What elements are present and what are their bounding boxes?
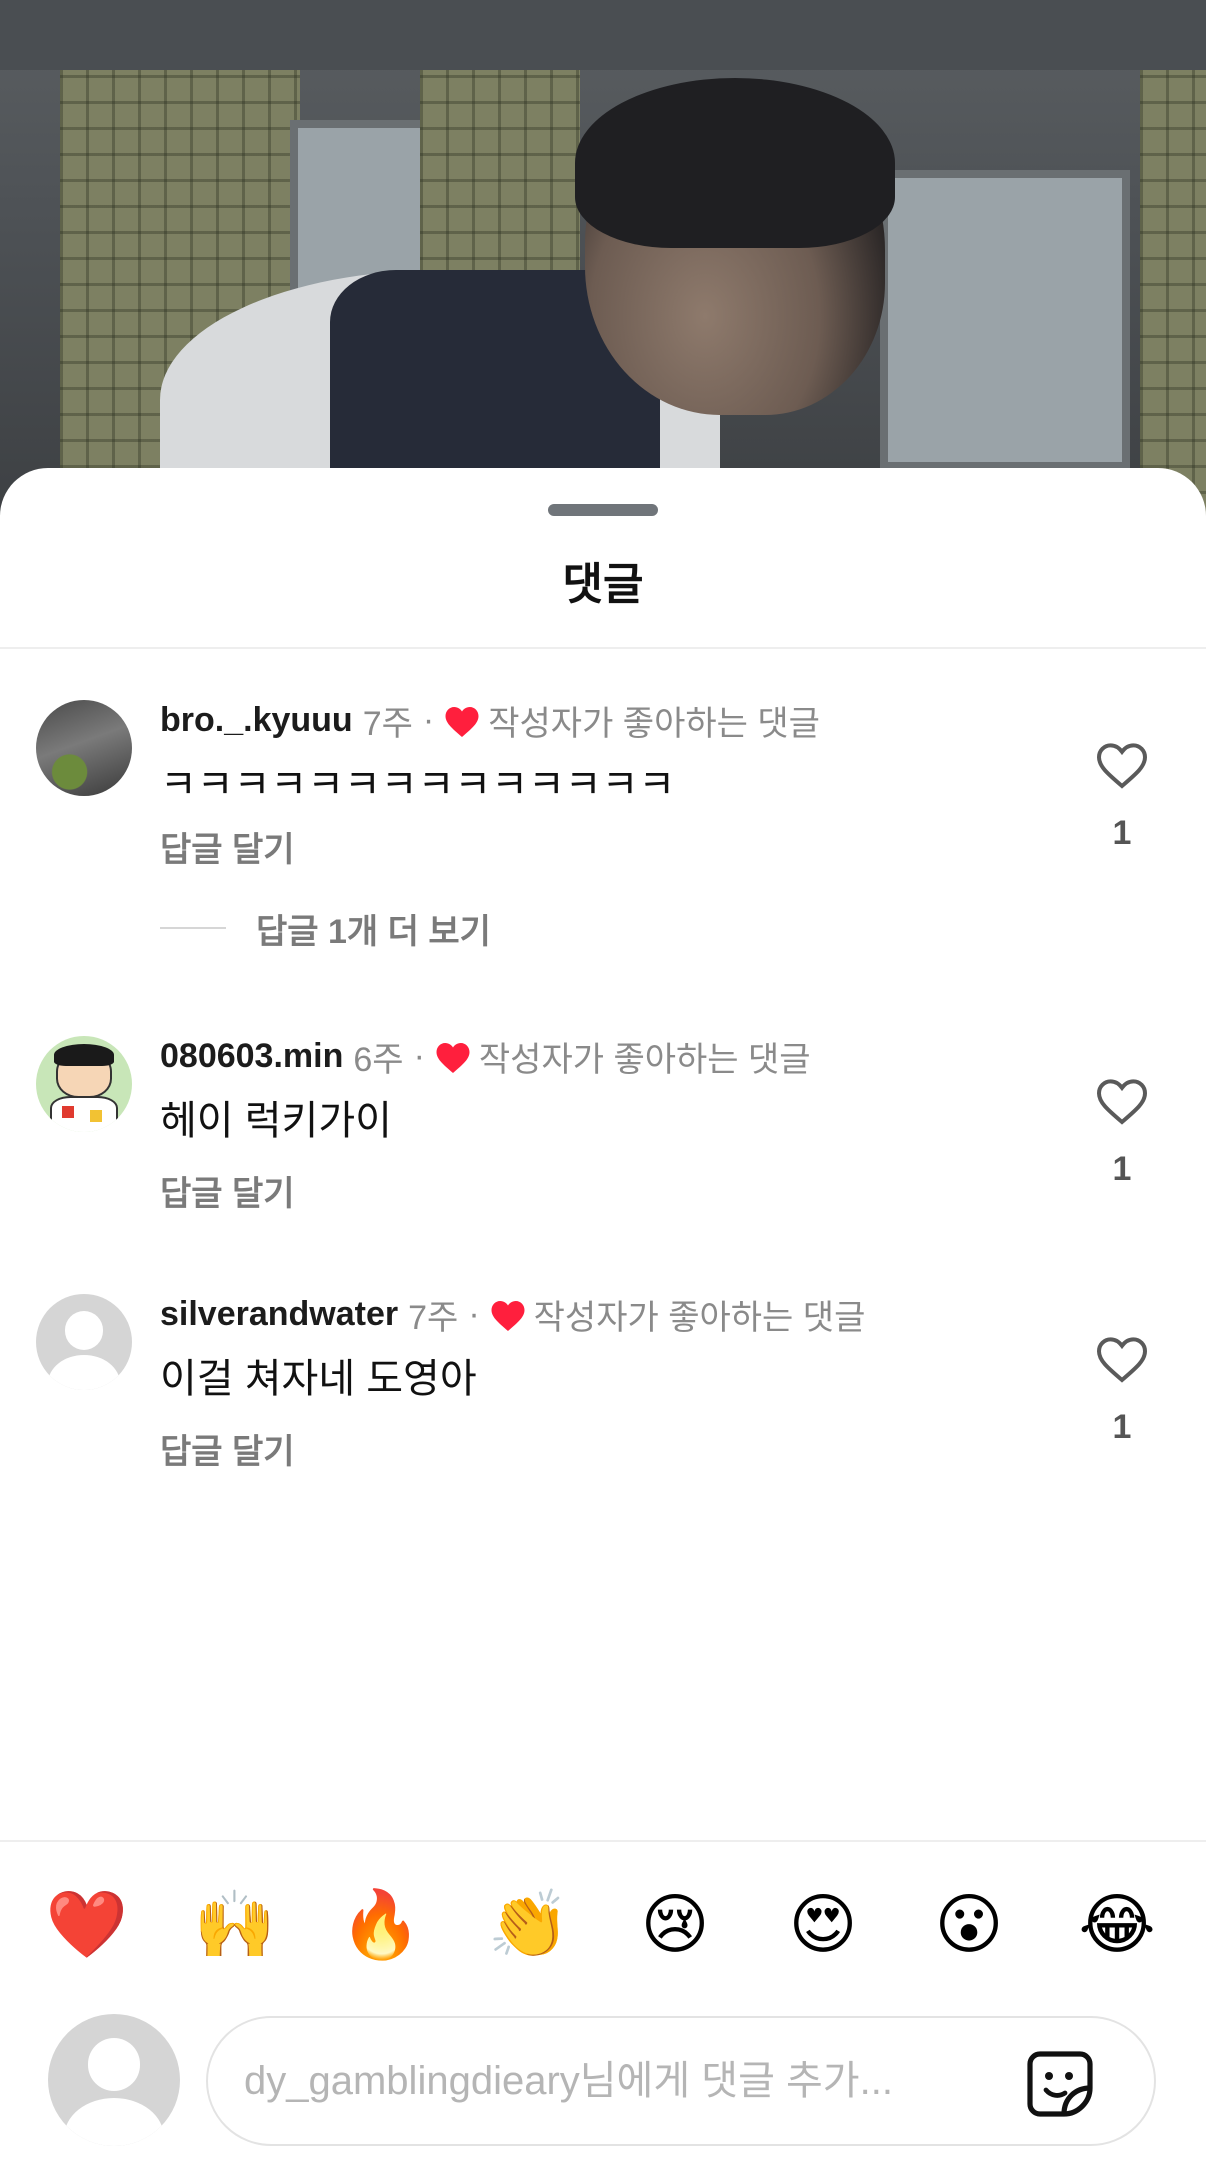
comment-meta: silverandwater 7주 · 작성자가 좋아하는 댓글 [160, 1292, 866, 1337]
window-right [880, 170, 1130, 470]
username[interactable]: silverandwater [160, 1295, 398, 1334]
reaction-raised-hands[interactable]: 🙌 [190, 1880, 280, 1970]
comment-text: 이걸 쳐자네 도영아 [160, 1357, 477, 1401]
reply-button[interactable]: 답글 달기 [160, 822, 295, 871]
sticker-icon[interactable] [1024, 2048, 1096, 2120]
reply-button[interactable]: 답글 달기 [160, 1424, 295, 1473]
separator: · [422, 700, 435, 739]
creator-liked-label: 작성자가 좋아하는 댓글 [488, 704, 820, 743]
reaction-fire[interactable]: 🔥 [336, 1880, 426, 1970]
reply-thread-line [160, 927, 226, 929]
heart-outline-icon[interactable] [1096, 1336, 1148, 1384]
creator-liked-label: 작성자가 좋아하는 댓글 [533, 1298, 866, 1337]
comment-time: 7주 [362, 704, 413, 743]
username[interactable]: 080603.min [160, 1037, 343, 1076]
comment-text: 헤이 럭키가이 [160, 1099, 392, 1143]
avatar-default-icon[interactable] [36, 1294, 132, 1390]
heart-outline-icon[interactable] [1096, 1078, 1148, 1126]
comment-meta: 080603.min 6주 · 작성자가 좋아하는 댓글 [160, 1034, 811, 1079]
comment-meta: bro._.kyuuu 7주 · 작성자가 좋아하는 댓글 [160, 698, 820, 743]
comment-time: 6주 [353, 1040, 404, 1079]
like-count: 1 [1112, 1408, 1132, 1446]
reaction-heart[interactable]: ❤️ [42, 1880, 132, 1970]
username[interactable]: bro._.kyuuu [160, 701, 353, 740]
heart-outline-icon[interactable] [1096, 742, 1148, 790]
person-hair [575, 78, 895, 248]
separator: · [468, 1294, 480, 1333]
sheet-title: 댓글 [562, 560, 644, 609]
heart-filled-icon [436, 1043, 470, 1073]
my-avatar [48, 2014, 180, 2146]
sheet-grabber[interactable] [548, 504, 658, 516]
creator-liked-label: 작성자가 좋아하는 댓글 [478, 1040, 811, 1079]
divider [0, 647, 1206, 649]
view-more-replies-button[interactable]: 답글 1개 더 보기 [160, 906, 491, 951]
reply-button[interactable]: 답글 달기 [160, 1166, 295, 1215]
reaction-heart-eyes[interactable]: 😍 [778, 1880, 868, 1970]
heart-filled-icon [491, 1301, 525, 1331]
separator: · [413, 1036, 425, 1075]
avatar-cartoon-hair [54, 1044, 114, 1066]
reaction-clap[interactable]: 👏 [484, 1880, 574, 1970]
divider [0, 1840, 1206, 1842]
comment-composer [206, 2016, 1156, 2146]
reaction-crying[interactable]: 😢 [630, 1880, 720, 1970]
curtain-right [1140, 70, 1206, 520]
like-count: 1 [1112, 814, 1132, 852]
comment-time: 7주 [408, 1298, 459, 1337]
reaction-surprised[interactable]: 😮 [924, 1880, 1014, 1970]
quick-reactions-bar: ❤️ 🙌 🔥 👏 😢 😍 😮 😂 [0, 1880, 1206, 1970]
video-background[interactable] [0, 0, 1206, 520]
avatar[interactable] [36, 1036, 132, 1132]
view-more-replies-label: 답글 1개 더 보기 [256, 912, 491, 951]
avatar-cartoon-shirt [50, 1096, 118, 1132]
avatar[interactable] [36, 700, 132, 796]
like-count: 1 [1112, 1150, 1132, 1188]
comment-text: ㅋㅋㅋㅋㅋㅋㅋㅋㅋㅋㅋㅋㅋㅋ [160, 763, 676, 807]
ceiling [0, 0, 1206, 70]
comment-input[interactable] [244, 2058, 984, 2104]
reaction-laughing[interactable]: 😂 [1072, 1880, 1162, 1970]
heart-filled-icon [445, 707, 479, 737]
